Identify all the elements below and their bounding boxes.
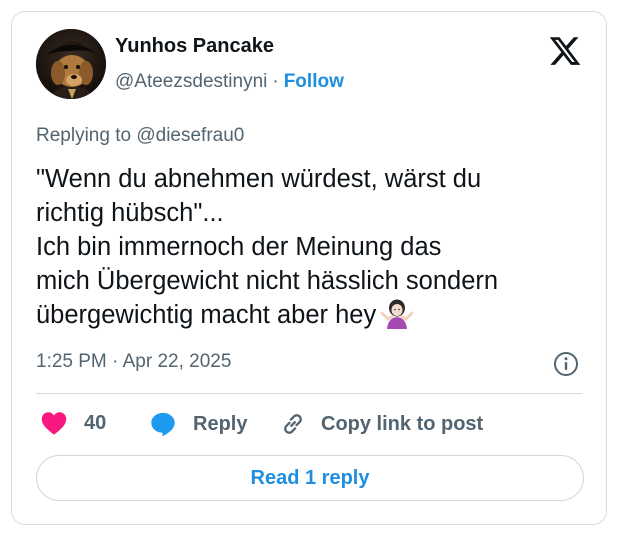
replying-prefix: Replying to [36, 125, 137, 146]
avatar[interactable] [36, 29, 106, 99]
follow-button[interactable]: Follow [284, 71, 344, 92]
author-handle[interactable]: @Ateezsdestinyni [115, 71, 267, 92]
tweet-card: Yunhos Pancake @Ateezsdestinyni · Follow R… [11, 11, 607, 525]
reply-button[interactable]: Reply [149, 410, 247, 438]
author-handle-row: @Ateezsdestinyni · Follow [115, 71, 344, 93]
read-replies-button[interactable]: Read 1 reply [36, 455, 584, 501]
reply-bubble-icon [151, 412, 175, 437]
action-bar: 40 Reply Copy link to post [36, 410, 596, 440]
replying-handle-link[interactable]: @diesefrau0 [136, 125, 244, 146]
x-logo-icon[interactable] [548, 34, 582, 68]
separator: · [272, 71, 279, 92]
heart-icon [41, 412, 67, 435]
copy-link-label: Copy link to post [321, 412, 484, 435]
tweet-body: "Wenn du abnehmen würdest, wärst du rich… [36, 165, 499, 329]
like-count: 40 [84, 411, 107, 434]
dog-avatar-icon [36, 29, 106, 99]
tweet-text: "Wenn du abnehmen würdest, wärst du rich… [36, 162, 596, 332]
divider [36, 393, 582, 394]
link-icon [284, 414, 302, 434]
info-icon[interactable] [552, 350, 580, 378]
like-button[interactable]: 40 [40, 410, 106, 436]
read-replies-label: Read 1 reply [250, 466, 370, 489]
timestamp[interactable]: 1:25 PM · Apr 22, 2025 [36, 351, 231, 373]
author-name[interactable]: Yunhos Pancake [115, 35, 274, 58]
copy-link-button[interactable]: Copy link to post [279, 410, 483, 438]
reply-label: Reply [193, 412, 248, 435]
woman-shrugging-emoji [380, 299, 414, 329]
replying-to: Replying to @diesefrau0 [36, 125, 244, 147]
